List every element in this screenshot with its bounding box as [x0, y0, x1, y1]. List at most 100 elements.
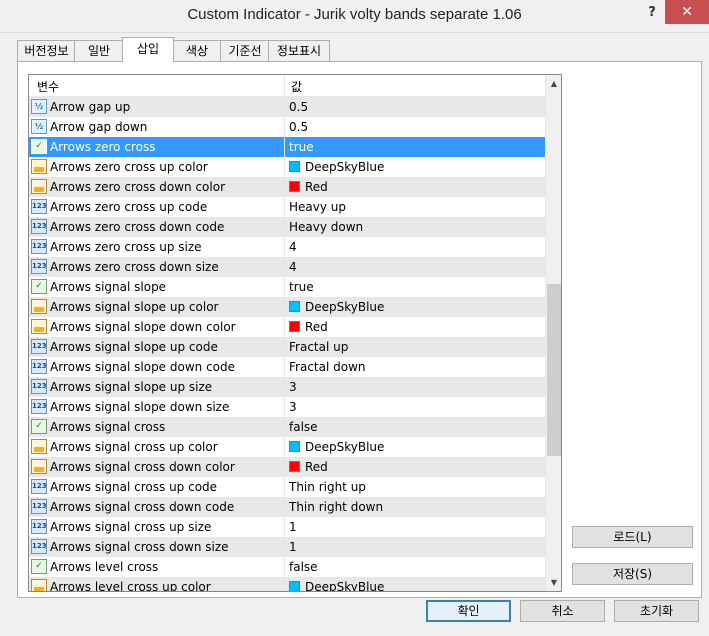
parameter-value[interactable]: DeepSkyBlue — [289, 440, 384, 454]
table-row[interactable]: 123 Arrows signal cross up size 1 — [29, 517, 545, 537]
parameter-name: Arrows signal cross down code — [50, 500, 235, 514]
table-row[interactable]: 123 Arrows zero cross down code Heavy down — [29, 217, 545, 237]
scrollbar-thumb[interactable] — [547, 284, 561, 456]
parameter-value[interactable]: true — [289, 140, 314, 154]
table-row[interactable]: Arrows signal slope down color Red — [29, 317, 545, 337]
parameter-name: Arrows signal slope up size — [50, 380, 213, 394]
table-row[interactable]: ✓ Arrows signal slope true — [29, 277, 545, 297]
column-header-value[interactable]: 값 — [291, 78, 302, 95]
save-button[interactable]: 저장(S) — [572, 563, 693, 585]
help-button[interactable]: ? — [640, 2, 664, 24]
table-row[interactable]: Arrows zero cross down color Red — [29, 177, 545, 197]
table-row[interactable]: 123 Arrows signal slope up code Fractal up — [29, 337, 545, 357]
parameter-value-text: Red — [305, 460, 328, 474]
parameter-value[interactable]: 0.5 — [289, 100, 308, 114]
parameter-name: Arrows signal slope — [50, 280, 167, 294]
parameter-value[interactable]: 3 — [289, 380, 297, 394]
parameter-value[interactable]: 4 — [289, 260, 297, 274]
cell-divider — [284, 417, 285, 437]
parameter-value[interactable]: 4 — [289, 240, 297, 254]
table-row[interactable]: ✓ Arrows level cross false — [29, 557, 545, 577]
color-type-icon — [31, 439, 47, 454]
tab-visualization[interactable]: 정보표시 — [268, 40, 330, 61]
tab-version-info[interactable]: 버전정보 — [17, 40, 76, 61]
parameter-name: Arrow gap down — [50, 120, 148, 134]
parameter-value-text: DeepSkyBlue — [305, 580, 385, 592]
parameter-value[interactable]: Thin right down — [289, 500, 383, 514]
table-row[interactable]: Arrows signal slope up color DeepSkyBlue — [29, 297, 545, 317]
parameter-value[interactable]: Fractal down — [289, 360, 366, 374]
parameter-value[interactable]: DeepSkyBlue — [289, 160, 384, 174]
vertical-scrollbar[interactable]: ▲ ▼ — [545, 75, 561, 591]
window-title: Custom Indicator - Jurik volty bands sep… — [187, 6, 522, 23]
cell-divider — [284, 97, 285, 117]
parameter-value-text: Heavy down — [289, 220, 364, 234]
parameter-value-text: false — [289, 420, 318, 434]
scroll-up-arrow-icon[interactable]: ▲ — [546, 75, 561, 92]
color-swatch — [289, 461, 300, 472]
parameter-value[interactable]: Red — [289, 180, 328, 194]
tab-general[interactable]: 일반 — [74, 40, 124, 61]
tab-colors[interactable]: 색상 — [172, 40, 222, 61]
parameter-value[interactable]: Red — [289, 320, 328, 334]
table-row[interactable]: Arrows zero cross up color DeepSkyBlue — [29, 157, 545, 177]
table-row[interactable]: ½ Arrow gap down 0.5 — [29, 117, 545, 137]
scroll-down-arrow-icon[interactable]: ▼ — [546, 574, 561, 591]
color-swatch — [289, 441, 300, 452]
integer-type-icon: 123 — [31, 259, 47, 274]
parameter-value[interactable]: true — [289, 280, 314, 294]
table-row[interactable]: 123 Arrows signal slope down code Fractal … — [29, 357, 545, 377]
table-row[interactable]: 123 Arrows signal slope down size 3 — [29, 397, 545, 417]
parameter-value-text: true — [289, 140, 314, 154]
grid-rows: ½ Arrow gap up 0.5 ½ Arrow gap down 0.5 ✓ Arrow… — [29, 97, 545, 592]
column-divider[interactable] — [284, 75, 285, 96]
integer-type-icon: 123 — [31, 499, 47, 514]
parameter-value[interactable]: 3 — [289, 400, 297, 414]
parameter-value[interactable]: Heavy up — [289, 200, 346, 214]
parameter-name: Arrows signal cross down size — [50, 540, 229, 554]
parameter-value[interactable]: Red — [289, 460, 328, 474]
cell-divider — [284, 197, 285, 217]
parameter-value[interactable]: 1 — [289, 540, 297, 554]
parameter-value[interactable]: 1 — [289, 520, 297, 534]
parameter-value[interactable]: Fractal up — [289, 340, 348, 354]
fraction-type-icon: ½ — [31, 99, 47, 114]
parameter-name: Arrows signal cross up code — [50, 480, 218, 494]
parameter-value[interactable]: DeepSkyBlue — [289, 300, 384, 314]
fraction-type-icon: ½ — [31, 119, 47, 134]
cancel-button[interactable]: 취소 — [520, 600, 605, 622]
load-button[interactable]: 로드(L) — [572, 526, 693, 548]
table-row[interactable]: 123 Arrows signal cross down size 1 — [29, 537, 545, 557]
table-row[interactable]: 123 Arrows zero cross up size 4 — [29, 237, 545, 257]
table-row[interactable]: 123 Arrows signal slope up size 3 — [29, 377, 545, 397]
parameter-value[interactable]: Thin right up — [289, 480, 366, 494]
table-row[interactable]: 123 Arrows signal cross up code Thin right… — [29, 477, 545, 497]
tab-inputs[interactable]: 삽입 — [122, 37, 174, 62]
parameter-value[interactable]: false — [289, 420, 318, 434]
close-button[interactable]: ✕ — [665, 0, 709, 24]
ok-button[interactable]: 확인 — [426, 600, 511, 622]
parameter-value[interactable]: false — [289, 560, 318, 574]
cell-divider — [284, 577, 285, 591]
table-row[interactable]: ✓ Arrows signal cross false — [29, 417, 545, 437]
parameter-value[interactable]: 0.5 — [289, 120, 308, 134]
parameter-name: Arrow gap up — [50, 100, 131, 114]
tab-levels[interactable]: 기준선 — [220, 40, 270, 61]
table-row[interactable]: 123 Arrows zero cross up code Heavy up — [29, 197, 545, 217]
parameter-value-text: Fractal up — [289, 340, 349, 354]
table-row[interactable]: 123 Arrows signal cross down code Thin rig… — [29, 497, 545, 517]
table-row[interactable]: ½ Arrow gap up 0.5 — [29, 97, 545, 117]
parameter-name: Arrows zero cross up size — [50, 240, 202, 254]
table-row[interactable]: Arrows signal cross down color Red — [29, 457, 545, 477]
integer-type-icon: 123 — [31, 539, 47, 554]
column-header-variable[interactable]: 변수 — [37, 78, 59, 95]
reset-button[interactable]: 초기화 — [614, 600, 699, 622]
parameter-value-text: Thin right up — [289, 480, 366, 494]
table-row[interactable]: Arrows level cross up color DeepSkyBlue — [29, 577, 545, 592]
cell-divider — [284, 517, 285, 537]
parameter-value[interactable]: DeepSkyBlue — [289, 580, 385, 592]
table-row[interactable]: 123 Arrows zero cross down size 4 — [29, 257, 545, 277]
parameter-value[interactable]: Heavy down — [289, 220, 363, 234]
table-row[interactable]: Arrows signal cross up color DeepSkyBlue — [29, 437, 545, 457]
table-row[interactable]: ✓ Arrows zero cross true — [29, 137, 545, 157]
